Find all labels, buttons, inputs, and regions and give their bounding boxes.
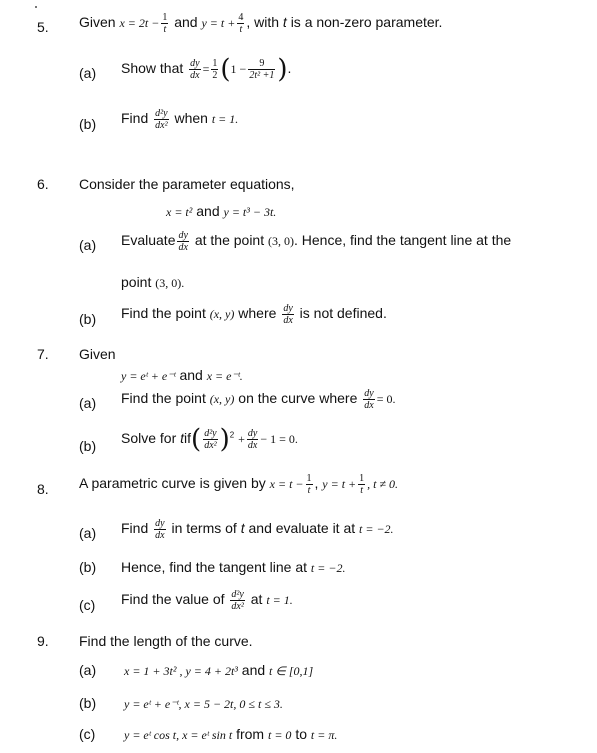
question-6a-cont: point (3, 0).	[121, 274, 185, 290]
part-label: (c)	[79, 726, 96, 742]
fraction: dy dx	[189, 58, 201, 81]
fraction: 4t	[237, 12, 245, 35]
fraction: 1t	[358, 473, 366, 496]
question-5b: Find d²y dx² when t = 1.	[121, 108, 239, 131]
part-label: (b)	[79, 695, 97, 711]
fraction: dy dx	[363, 388, 375, 411]
question-8-stem: A parametric curve is given by x = t −1 t…	[79, 473, 399, 496]
question-6-stem: Consider the parameter equations,	[79, 176, 295, 192]
question-7-stem: Given	[79, 346, 116, 362]
part-label: (b)	[79, 559, 97, 575]
part-label: (c)	[79, 597, 96, 613]
question-5a: Show that dy dx = 1 2 (1 −9 2t² +1).	[121, 54, 292, 85]
question-9a: x = 1 + 3t² , y = 4 + 2t³ and t ∈ [0,1]	[124, 662, 314, 678]
part-label: (b)	[79, 311, 97, 327]
question-9c: y = eᵗ cos t, x = eᵗ sin t from t = 0 to…	[124, 726, 338, 742]
fraction: d²y dx²	[154, 108, 169, 131]
question-8c: Find the value of d²y dx² at t = 1.	[121, 589, 293, 612]
question-number: 8.	[37, 481, 49, 497]
question-8b: Hence, find the tangent line at t = −2.	[121, 559, 346, 575]
fraction: 1t	[305, 473, 313, 496]
part-label: (a)	[79, 662, 97, 678]
question-6b: Find the point (x, y) where dy dx is not …	[121, 303, 387, 326]
question-8a: Find dy dx in terms of t and evaluate it …	[121, 518, 394, 541]
question-number: 7.	[37, 346, 49, 362]
fraction: dy dx	[154, 518, 166, 541]
question-9-stem: Find the length of the curve.	[79, 633, 253, 649]
fraction: dy dx	[177, 230, 189, 253]
part-label: (b)	[79, 116, 97, 132]
fraction: dy dx	[246, 428, 259, 451]
fraction: 1t	[161, 12, 169, 35]
fraction: d²y dx²	[230, 589, 245, 612]
stray-mark	[35, 6, 37, 8]
part-label: (a)	[79, 237, 97, 253]
question-5-stem: Given x = 2t −1 t and y = t +4 t, with t i…	[79, 12, 443, 35]
fraction: 9 2t² +1	[248, 58, 276, 81]
part-label: (a)	[79, 395, 97, 411]
question-number: 6.	[37, 176, 49, 192]
question-7a: Find the point (x, y) on the curve where…	[121, 388, 396, 411]
fraction: d²y dx²	[203, 428, 218, 451]
question-9b: y = eᵗ + e⁻ᵗ, x = 5 − 2t, 0 ≤ t ≤ 3.	[124, 697, 283, 711]
part-label: (a)	[79, 65, 97, 81]
question-7-equations: y = eᵗ + e⁻ᵗ and x = e⁻ᵗ.	[121, 367, 243, 383]
part-label: (b)	[79, 438, 97, 454]
question-7b: Solve for tif(d²y dx²)2 + dy dx − 1 = 0.	[121, 424, 298, 455]
question-6-equations: x = t² and y = t³ − 3t.	[166, 203, 277, 219]
question-number: 5.	[37, 19, 49, 35]
question-6a: Evaluate dy dx at the point (3, 0). Hence,…	[121, 230, 512, 253]
question-number: 9.	[37, 633, 49, 649]
part-label: (a)	[79, 525, 97, 541]
fraction: 12	[211, 58, 219, 81]
fraction: dy dx	[282, 303, 294, 326]
